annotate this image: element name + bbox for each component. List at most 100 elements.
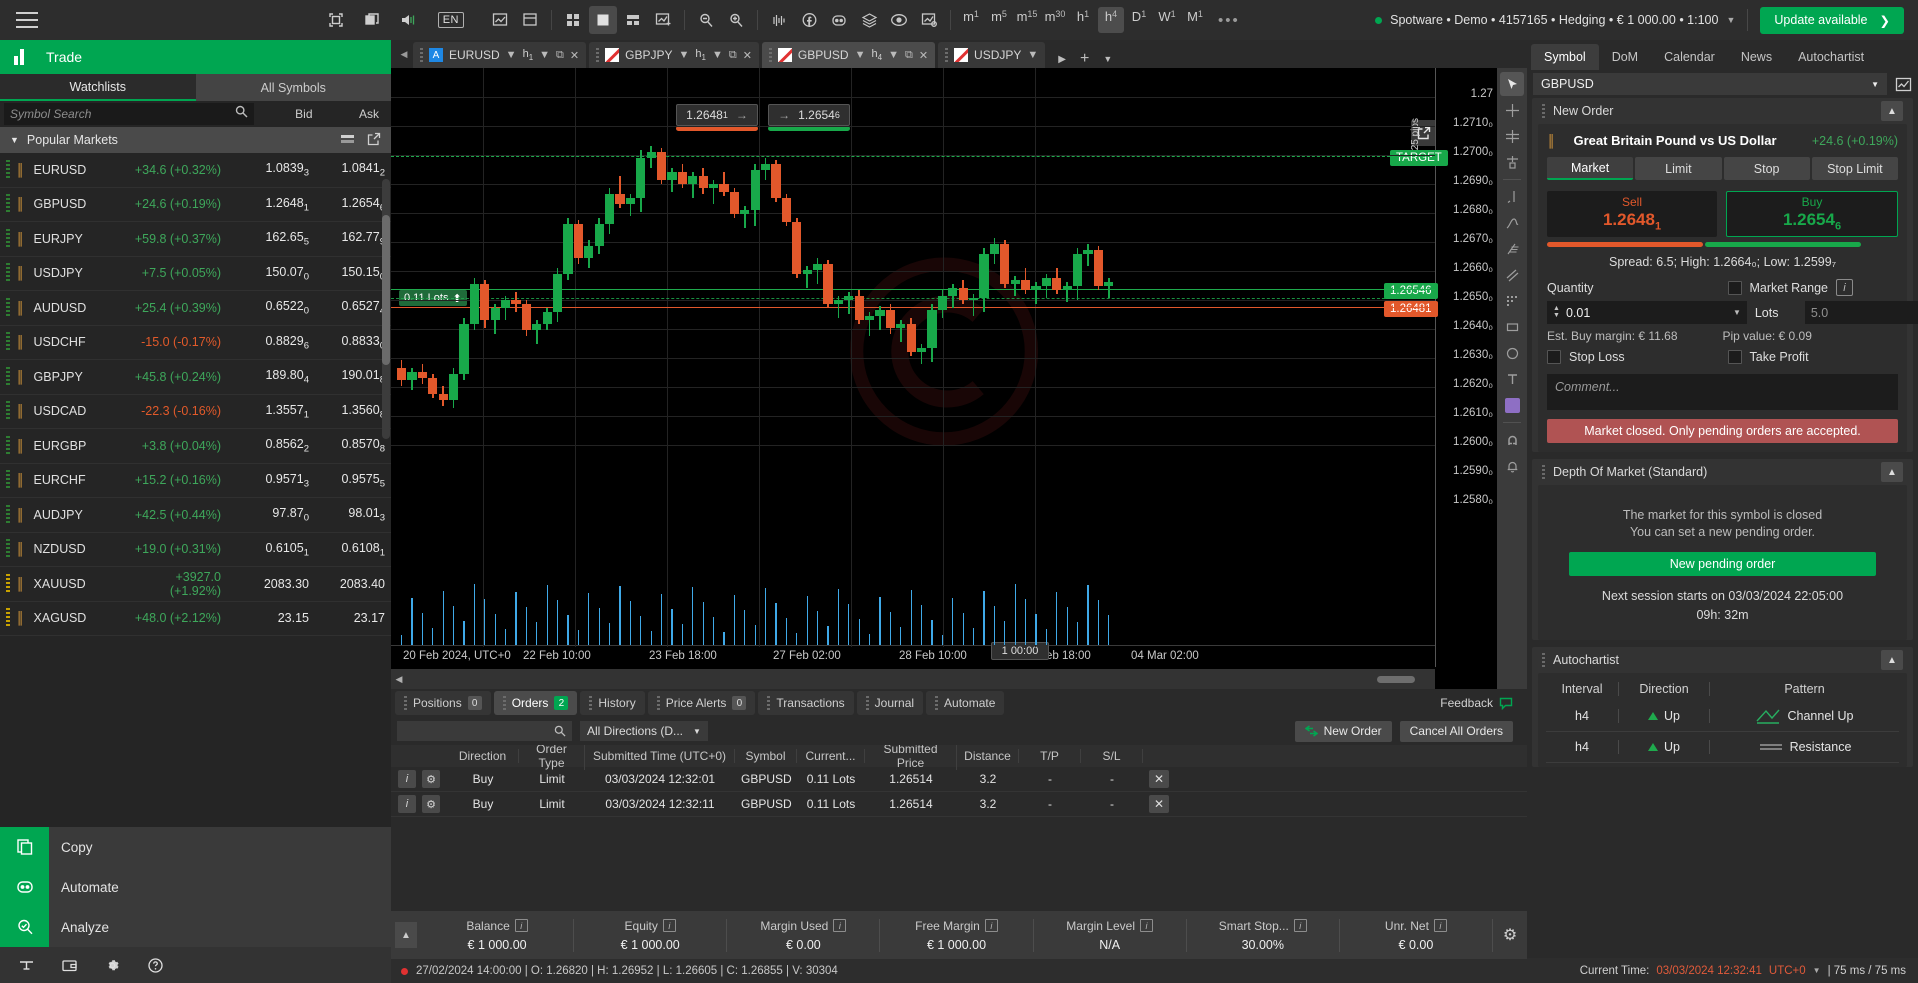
- cursor-tool-icon[interactable]: [1500, 72, 1524, 96]
- chevron-down-icon[interactable]: ▼: [1813, 966, 1821, 975]
- buy-button[interactable]: Buy 1.26546: [1726, 191, 1898, 237]
- symbol-list-scrollbar[interactable]: [382, 179, 390, 439]
- symbol-row[interactable]: ║ GBPUSD +24.6 (+0.19%) 1.26481 1.26546: [0, 188, 391, 222]
- column-header[interactable]: Order Type: [519, 745, 585, 770]
- fibonacci-tool-icon[interactable]: [1500, 237, 1524, 261]
- volatility-icon[interactable]: [765, 6, 793, 34]
- chevron-down-icon[interactable]: ▼: [1027, 49, 1038, 61]
- collapse-panel-icon[interactable]: ▲: [395, 922, 417, 948]
- tab-grip-icon[interactable]: [420, 48, 423, 62]
- autochartist-row[interactable]: h4 Up Resistance: [1546, 732, 1899, 763]
- order-info-icon[interactable]: i: [398, 795, 416, 813]
- account-selector[interactable]: Spotware • Demo • 4157165 • Hedging • € …: [1375, 13, 1735, 27]
- zoom-in-icon[interactable]: [722, 6, 750, 34]
- timeframe-m30[interactable]: m 30: [1042, 7, 1068, 33]
- timeframe-d1[interactable]: D1: [1126, 7, 1152, 33]
- order-row[interactable]: i ⚙ Buy Limit 03/03/2024 12:32:01 GBPUSD 0.11 …: [391, 767, 1527, 792]
- symbol-info-icon[interactable]: [1895, 77, 1912, 92]
- crosshair-sync-icon[interactable]: [1500, 124, 1524, 148]
- right-tab-dom[interactable]: DoM: [1599, 44, 1651, 70]
- context-menu-item[interactable]: Automate: [0, 867, 391, 907]
- layers-icon[interactable]: [855, 6, 883, 34]
- bottom-tab-history[interactable]: History: [580, 691, 645, 715]
- chevron-down-icon[interactable]: ▼: [712, 49, 723, 61]
- symbol-grip-icon[interactable]: [6, 159, 10, 180]
- symbol-row[interactable]: ║ USDJPY +7.5 (+0.05%) 150.070 150.150: [0, 257, 391, 291]
- ellipse-tool-icon[interactable]: [1500, 341, 1524, 365]
- chevron-down-icon[interactable]: ▼: [678, 49, 689, 61]
- freehand-tool-icon[interactable]: [1500, 211, 1524, 235]
- symbol-row[interactable]: ║ USDCHF -15.0 (-0.17%) 0.88296 0.88330: [0, 326, 391, 360]
- symbol-row[interactable]: ║ EURUSD +34.6 (+0.32%) 1.08393 1.08412: [0, 153, 391, 188]
- collapse-dom-icon[interactable]: ▲: [1881, 462, 1903, 482]
- right-panel-scroll[interactable]: New Order ▲ ║ Great Britain Pound vs US …: [1527, 98, 1918, 958]
- collapse-new-order-icon[interactable]: ▲: [1881, 101, 1903, 121]
- drag-grip-icon[interactable]: [1542, 653, 1545, 667]
- update-available-button[interactable]: Update available ❯: [1760, 6, 1904, 34]
- close-order-icon[interactable]: ✕: [1149, 795, 1169, 813]
- rectangle-tool-icon[interactable]: [1500, 315, 1524, 339]
- symbol-grip-icon[interactable]: [6, 504, 10, 525]
- group-header-popular-markets[interactable]: ▼ Popular Markets: [0, 127, 391, 153]
- tab-grip-icon[interactable]: [656, 696, 660, 710]
- column-header[interactable]: Distance: [957, 749, 1019, 763]
- symbol-grip-icon[interactable]: [6, 401, 10, 422]
- symbol-grip-icon[interactable]: [6, 470, 10, 491]
- metric-info-icon[interactable]: i: [1433, 919, 1447, 932]
- column-header[interactable]: Symbol: [735, 749, 797, 763]
- chart-tab-usdjpy[interactable]: USDJPY ▼: [938, 42, 1046, 68]
- chevron-down-icon[interactable]: ▼: [888, 49, 899, 61]
- timeframe-w1[interactable]: W1: [1154, 7, 1180, 33]
- magnet-tool-icon[interactable]: [1500, 428, 1524, 452]
- anchor-tool-icon[interactable]: [1500, 150, 1524, 174]
- scroll-left-icon[interactable]: ◀: [391, 674, 407, 685]
- symbol-row[interactable]: ║ XAUUSD +3927.0 (+1.92%) 2083.30 2083.40: [0, 567, 391, 602]
- text-tool-icon[interactable]: [1500, 367, 1524, 391]
- save-layout-icon[interactable]: [516, 6, 544, 34]
- popout-icon[interactable]: [367, 132, 381, 149]
- chevron-down-icon[interactable]: ▼: [506, 49, 517, 61]
- feedback-button[interactable]: Feedback: [1440, 696, 1523, 710]
- time-axis[interactable]: 20 Feb 2024, UTC+0 22 Feb 10:00 23 Feb 18:…: [391, 642, 1435, 667]
- add-chart-icon[interactable]: +: [1080, 50, 1089, 68]
- close-order-icon[interactable]: ✕: [1149, 770, 1169, 788]
- quantity-input[interactable]: [1565, 305, 1727, 320]
- order-info-icon[interactable]: i: [398, 770, 416, 788]
- timeframe-mn1[interactable]: M1: [1182, 7, 1208, 33]
- wallet-icon[interactable]: [61, 957, 78, 974]
- timeframe-h4[interactable]: h4: [1098, 7, 1124, 33]
- symbol-grip-icon[interactable]: [6, 573, 10, 594]
- detach-icon[interactable]: ⧉: [905, 49, 913, 62]
- market-range-info-icon[interactable]: i: [1836, 279, 1854, 296]
- zoom-out-icon[interactable]: [692, 6, 720, 34]
- help-icon[interactable]: [147, 957, 164, 974]
- tab-grip-icon[interactable]: [768, 48, 772, 62]
- right-tab-news[interactable]: News: [1728, 44, 1785, 70]
- price-chart[interactable]: 1.2648 1 → → 1.2654 6 0.11 Lots ⬆ 25 pip…: [391, 68, 1497, 689]
- account-bar-settings-icon[interactable]: ⚙: [1493, 925, 1527, 945]
- order-type-limit[interactable]: Limit: [1635, 157, 1722, 180]
- tab-grip-icon[interactable]: [404, 696, 407, 710]
- quantity-stepper[interactable]: ▲▼ ▼: [1547, 301, 1747, 324]
- right-tab-autochartist[interactable]: Autochartist: [1785, 44, 1877, 70]
- robot-icon[interactable]: [825, 6, 853, 34]
- bottom-tab-transactions[interactable]: Transactions: [758, 691, 854, 715]
- order-settings-icon[interactable]: ⚙: [422, 795, 440, 813]
- sell-button[interactable]: Sell 1.26481: [1547, 191, 1717, 237]
- vertical-line-tool-icon[interactable]: [1500, 185, 1524, 209]
- close-icon[interactable]: ✕: [919, 49, 928, 62]
- symbol-row[interactable]: ║ AUDJPY +42.5 (+0.44%) 97.870 98.013: [0, 498, 391, 533]
- symbol-grip-icon[interactable]: [6, 435, 10, 456]
- detach-icon[interactable]: ⧉: [556, 49, 564, 62]
- close-icon[interactable]: ✕: [570, 49, 579, 62]
- windows-icon[interactable]: [364, 12, 380, 28]
- column-header[interactable]: Submitted Time (UTC+0): [585, 749, 735, 763]
- add-indicator-icon[interactable]: [649, 6, 677, 34]
- timeframe-m15[interactable]: m 15: [1014, 7, 1040, 33]
- symbol-grip-icon[interactable]: [6, 263, 10, 284]
- chart-horizontal-scrollbar[interactable]: ◀: [391, 669, 1435, 689]
- price-axis[interactable]: 1.27 1.2710₀ 1.2700₀ 1.2690₀ 1.2680₀ 1.2670₀ 1…: [1384, 68, 1497, 667]
- bottom-tab-journal[interactable]: Journal: [856, 691, 924, 715]
- tab-watchlists[interactable]: Watchlists: [0, 74, 196, 101]
- chart-tab-timeframe[interactable]: h1: [695, 48, 706, 62]
